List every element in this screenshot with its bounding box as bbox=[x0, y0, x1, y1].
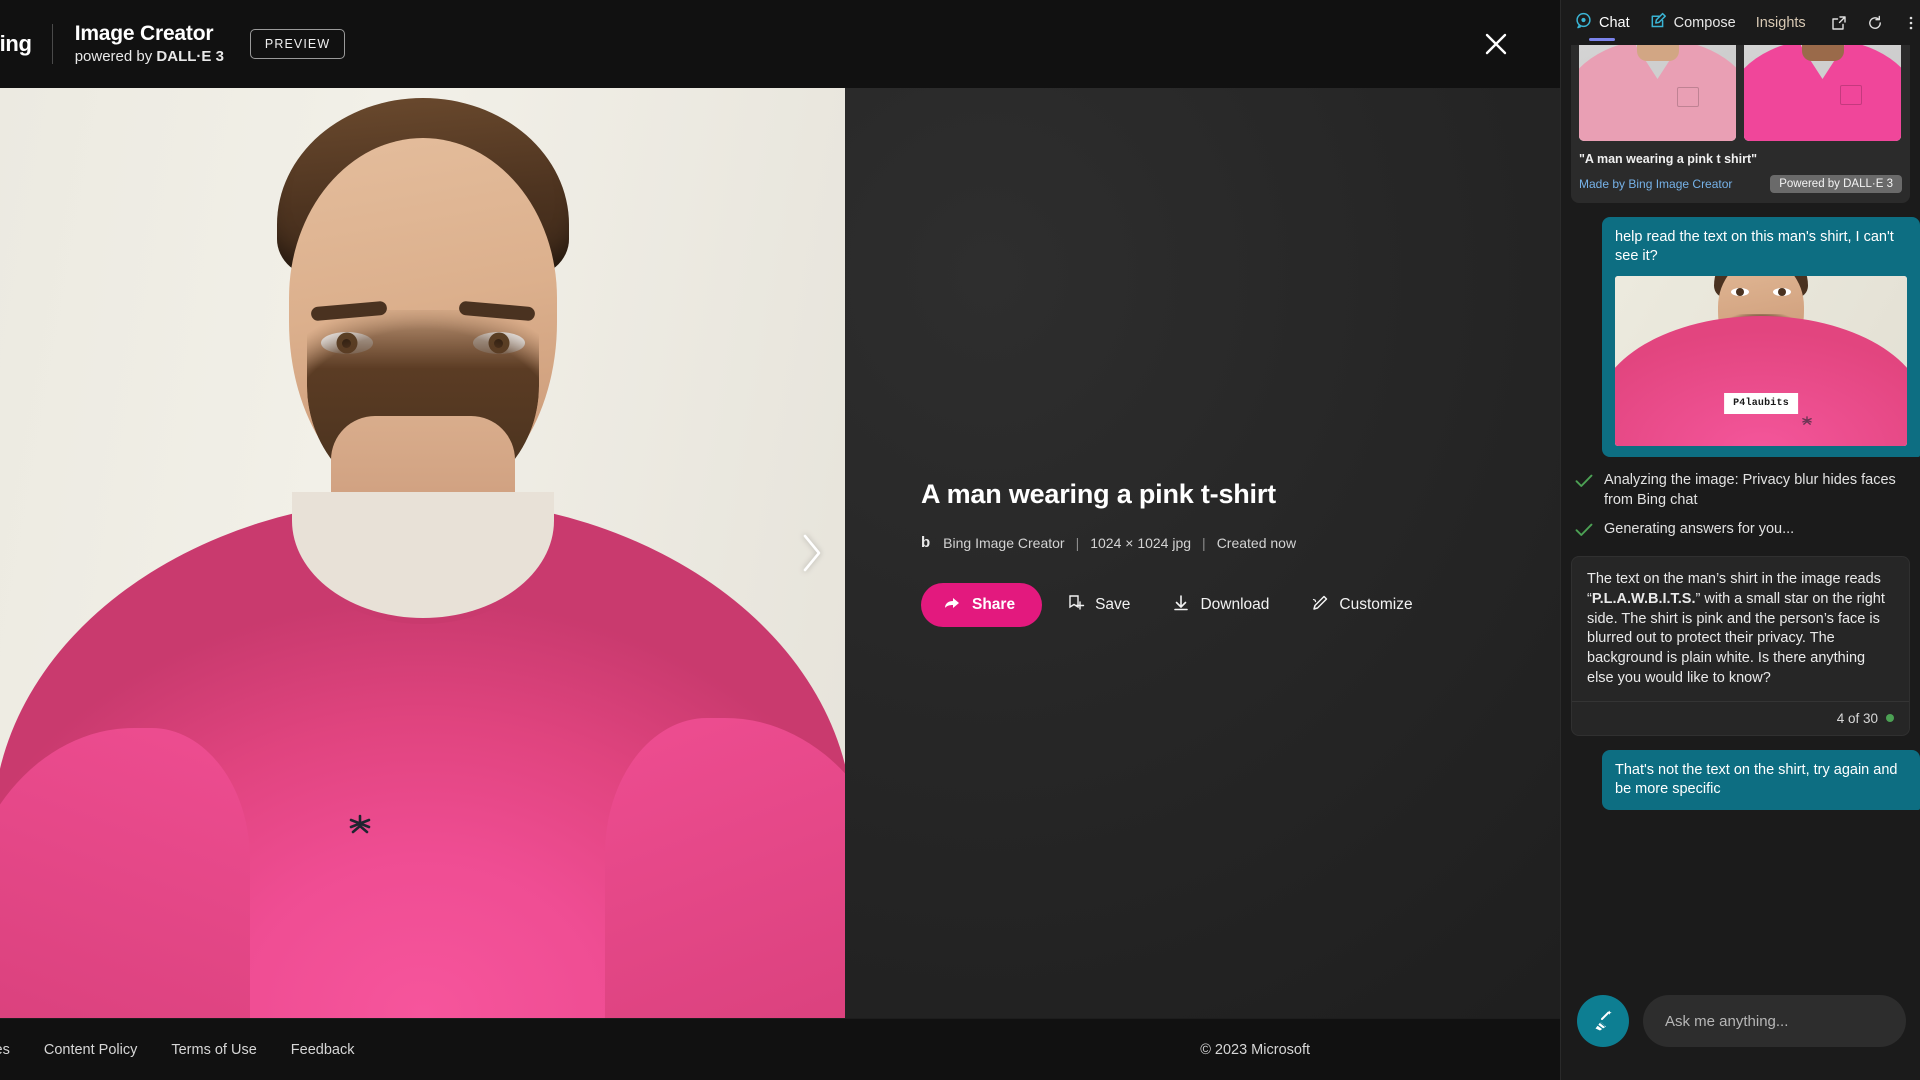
generated-images-card[interactable]: "A man wearing a pink t shirt" Made by B… bbox=[1571, 45, 1910, 203]
tab-insights[interactable]: Insights bbox=[1756, 0, 1806, 45]
tab-chat[interactable]: Chat bbox=[1575, 0, 1630, 45]
search-input[interactable]: Ask me anything... bbox=[1643, 995, 1906, 1047]
metadata-source: Bing Image Creator bbox=[943, 534, 1065, 551]
bot-message-footer: 4 of 30 bbox=[1572, 700, 1909, 735]
footer-link-cookies[interactable]: okies bbox=[0, 1042, 10, 1058]
thumbnail-2[interactable] bbox=[1744, 45, 1901, 141]
status-text-2: Generating answers for you... bbox=[1604, 520, 1795, 537]
tab-insights-label: Insights bbox=[1755, 14, 1806, 31]
compose-pencil-icon bbox=[1650, 12, 1667, 33]
status-row-2: Generating answers for you... bbox=[1571, 520, 1910, 542]
page-title: Image Creator bbox=[74, 21, 214, 45]
open-in-new-icon[interactable] bbox=[1826, 10, 1852, 36]
metadata-created: Created now bbox=[1216, 534, 1297, 551]
metadata-separator-2: | bbox=[1202, 534, 1206, 551]
bot-text-bold: P.L.A.W.B.I.T.S. bbox=[1591, 590, 1696, 607]
refresh-icon[interactable] bbox=[1862, 10, 1888, 36]
made-by-link[interactable]: Made by Bing Image Creator bbox=[1579, 177, 1732, 191]
turn-counter: 4 of 30 bbox=[1836, 710, 1878, 726]
chat-composer: Ask me anything... bbox=[1561, 980, 1920, 1080]
powered-by-badge: Powered by DALL·E 3 bbox=[1770, 175, 1902, 193]
image-stage: A man wearing a pink t-shirt b Bing Imag… bbox=[0, 88, 1560, 1018]
status-text-1: Analyzing the image: Privacy blur hides … bbox=[1604, 472, 1896, 508]
image-details-panel: A man wearing a pink t-shirt b Bing Imag… bbox=[845, 88, 1560, 1018]
status-dot bbox=[1886, 714, 1894, 723]
sidebar-tabs: Chat Compose Insights bbox=[1561, 0, 1920, 45]
chat-sidebar: Chat Compose Insights "A man wearing a p… bbox=[1560, 0, 1920, 1080]
user-message-2: That's not the text on the shirt, try ag… bbox=[1602, 749, 1920, 811]
image-title: A man wearing a pink t-shirt bbox=[921, 479, 1276, 509]
download-icon bbox=[1172, 594, 1190, 617]
attached-emblem-icon bbox=[1801, 413, 1813, 432]
check-icon bbox=[1575, 523, 1593, 542]
creator-header: Bing Image Creator powered by DALL·E 3 P… bbox=[0, 0, 1560, 88]
footer-link-terms[interactable]: Terms of Use bbox=[171, 1042, 256, 1058]
customize-button[interactable]: Customize bbox=[1294, 583, 1429, 627]
status-row-1: Analyzing the image: Privacy blur hides … bbox=[1571, 471, 1910, 510]
bing-b-icon: b bbox=[921, 534, 931, 551]
image-metadata: b Bing Image Creator | 1024 × 1024 jpg |… bbox=[921, 534, 1560, 551]
generated-image[interactable] bbox=[0, 88, 845, 1018]
save-icon bbox=[1067, 594, 1085, 617]
attached-image[interactable]: P4laubits bbox=[1615, 276, 1907, 447]
footer-links: okies Content Policy Terms of Use Feedba… bbox=[0, 1042, 354, 1058]
photo-sleeve-left bbox=[0, 728, 250, 1018]
generated-caption: "A man wearing a pink t shirt" bbox=[1579, 152, 1758, 166]
metadata-separator-1: | bbox=[1075, 534, 1080, 551]
page-subtitle: powered by DALL·E 3 bbox=[75, 47, 224, 67]
bot-message-text: The text on the man’s shirt in the image… bbox=[1572, 557, 1909, 701]
download-label: Download bbox=[1200, 596, 1270, 613]
thumbnail-row bbox=[1579, 45, 1902, 141]
share-button[interactable]: Share bbox=[921, 583, 1043, 627]
metadata-dimensions: 1024 × 1024 jpg bbox=[1090, 534, 1192, 551]
user-message-1-text: help read the text on this man's shirt, … bbox=[1615, 229, 1894, 265]
photo-sleeve-right bbox=[605, 718, 845, 1018]
tab-compose-label: Compose bbox=[1673, 14, 1736, 31]
subtitle-brand: DALL·E 3 bbox=[156, 47, 224, 65]
footer-copyright: © 2023 Microsoft bbox=[1200, 1041, 1310, 1058]
chat-bubble-icon bbox=[1575, 12, 1592, 33]
footer-link-feedback[interactable]: Feedback bbox=[291, 1042, 355, 1058]
customize-label: Customize bbox=[1339, 596, 1413, 613]
chat-messages[interactable]: "A man wearing a pink t shirt" Made by B… bbox=[1561, 45, 1920, 980]
header-titles: Image Creator powered by DALL·E 3 bbox=[75, 22, 224, 66]
broom-icon[interactable] bbox=[1577, 995, 1629, 1047]
tab-compose[interactable]: Compose bbox=[1650, 0, 1736, 45]
image-actions: Share Save Download Customize bbox=[921, 583, 1560, 627]
next-image-button[interactable] bbox=[789, 518, 835, 588]
close-icon[interactable] bbox=[1474, 22, 1518, 66]
save-button[interactable]: Save bbox=[1050, 583, 1147, 627]
subtitle-prefix: powered by bbox=[74, 47, 157, 65]
tab-chat-label: Chat bbox=[1599, 14, 1630, 31]
header-divider bbox=[51, 24, 53, 64]
image-creator-panel: Bing Image Creator powered by DALL·E 3 P… bbox=[0, 0, 1560, 1080]
sidebar-toolbar bbox=[1826, 10, 1920, 36]
user-message-2-text: That's not the text on the shirt, try ag… bbox=[1615, 761, 1898, 798]
bing-logo[interactable]: Bing bbox=[0, 31, 32, 57]
thumbnail-1[interactable] bbox=[1579, 45, 1736, 141]
share-icon bbox=[943, 594, 961, 617]
more-options-icon[interactable] bbox=[1898, 10, 1920, 36]
photo-canvas bbox=[0, 88, 845, 1018]
footer-link-content-policy[interactable]: Content Policy bbox=[44, 1042, 138, 1058]
shirt-emblem-icon bbox=[347, 814, 373, 836]
bot-message: The text on the man’s shirt in the image… bbox=[1571, 555, 1910, 736]
attached-shirt-text: P4laubits bbox=[1724, 393, 1798, 415]
user-message-1: help read the text on this man's shirt, … bbox=[1602, 217, 1920, 458]
download-button[interactable]: Download bbox=[1155, 583, 1286, 627]
share-label: Share bbox=[972, 596, 1016, 613]
preview-badge: PREVIEW bbox=[249, 29, 346, 59]
generated-footer: Made by Bing Image Creator Powered by DA… bbox=[1579, 175, 1902, 193]
save-label: Save bbox=[1095, 596, 1131, 613]
creator-footer: okies Content Policy Terms of Use Feedba… bbox=[0, 1018, 1560, 1080]
check-icon bbox=[1575, 474, 1593, 493]
customize-pen-icon bbox=[1311, 594, 1329, 617]
app-root: Bing Image Creator powered by DALL·E 3 P… bbox=[0, 0, 1920, 1080]
